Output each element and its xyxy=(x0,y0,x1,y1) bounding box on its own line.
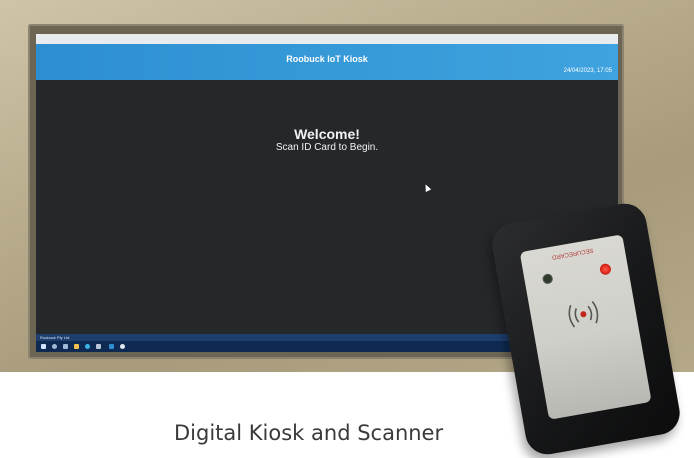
power-led-icon xyxy=(599,262,612,276)
contactless-icon xyxy=(568,300,599,328)
kiosk-header: Roobuck IoT Kiosk 24/04/2023, 17:05 xyxy=(36,44,618,80)
search-icon xyxy=(52,344,57,349)
scanner-face: SECURECARD xyxy=(519,234,652,420)
welcome-subtitle: Scan ID Card to Begin. xyxy=(275,142,379,153)
gear-icon xyxy=(120,344,125,349)
window-titlebar xyxy=(36,34,618,44)
file-explorer-icon xyxy=(74,344,79,349)
kiosk-datetime: 24/04/2023, 17:05 xyxy=(563,68,612,74)
edge-icon xyxy=(85,344,90,349)
settings-icon xyxy=(96,344,101,349)
image-caption: Digital Kiosk and Scanner xyxy=(174,421,444,445)
kiosk-app-title: Roobuck IoT Kiosk xyxy=(286,54,368,64)
taskbar-label: Roobuck Pty Ltd xyxy=(40,335,70,340)
app-icon xyxy=(109,344,114,349)
mouse-cursor-icon xyxy=(422,183,432,192)
status-led-icon xyxy=(541,273,554,285)
scanner-brand-label: SECURECARD xyxy=(551,246,594,260)
task-view-icon xyxy=(63,344,68,349)
start-icon xyxy=(41,344,46,349)
welcome-message: Welcome! Scan ID Card to Begin. xyxy=(36,126,618,154)
welcome-title: Welcome! xyxy=(294,126,360,142)
